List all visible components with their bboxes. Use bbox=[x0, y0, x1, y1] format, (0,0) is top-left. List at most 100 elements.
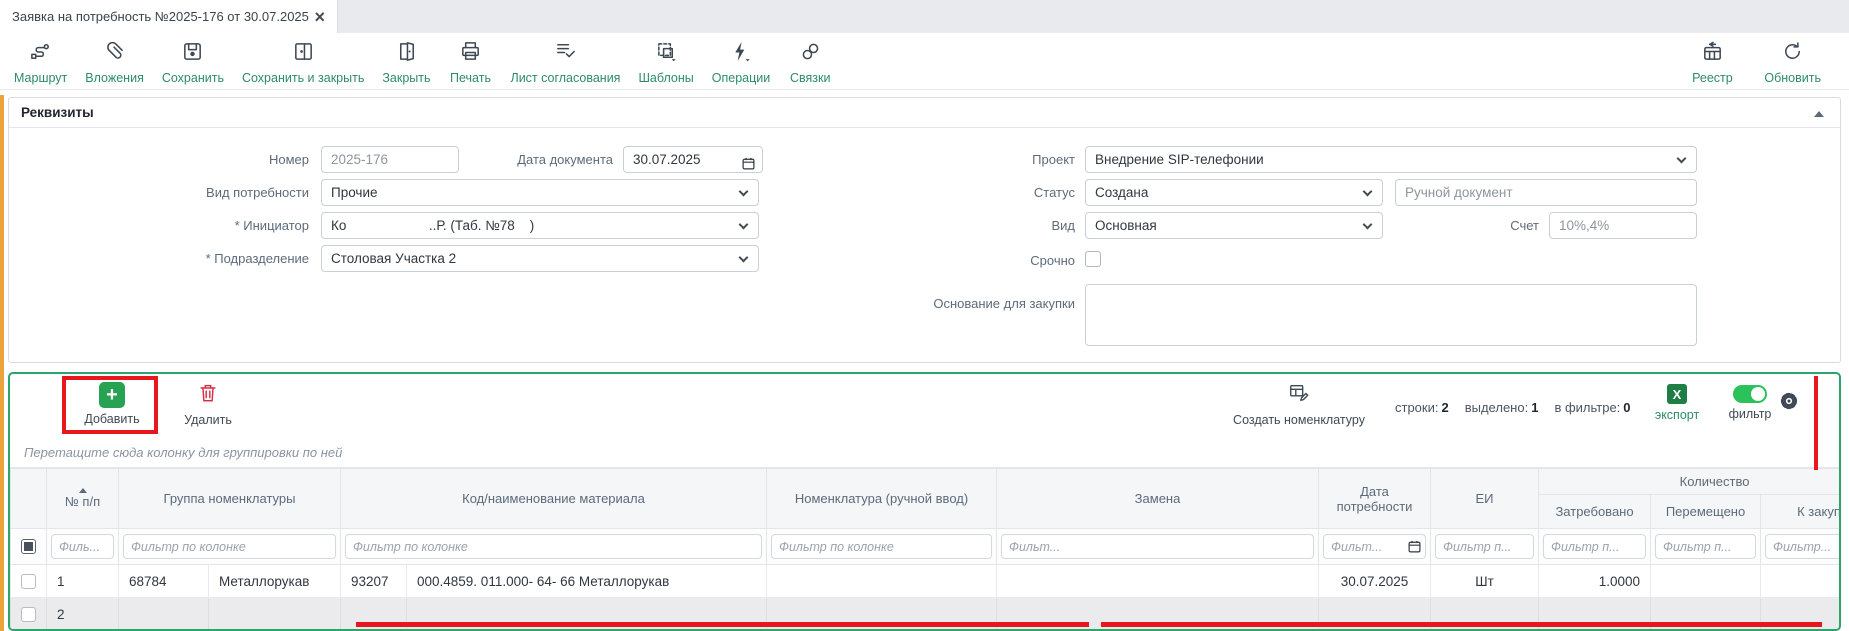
filtered-count: в фильтре:0 bbox=[1554, 400, 1630, 415]
number-field[interactable]: 2025-176 bbox=[321, 146, 459, 173]
trash-icon bbox=[197, 382, 219, 409]
filter-input-requested[interactable] bbox=[1543, 534, 1646, 559]
toggle-on-icon[interactable] bbox=[1733, 385, 1767, 403]
initiator-select[interactable]: Ко ..Р. (Таб. №78 ) bbox=[321, 212, 759, 239]
document-tab[interactable]: Заявка на потребность №2025-176 от 30.07… bbox=[0, 0, 338, 33]
col-header-purchase[interactable]: К закупке bbox=[1761, 495, 1841, 529]
grid-settings-button[interactable] bbox=[1778, 390, 1800, 417]
toolbar-label: Связки bbox=[790, 71, 830, 85]
filter-input-group[interactable] bbox=[123, 534, 336, 559]
cell-moved bbox=[1651, 565, 1761, 598]
registry-button[interactable]: Реестр bbox=[1690, 40, 1734, 85]
requisites-panel: Реквизиты Номер 2025-176 Дата документа … bbox=[8, 97, 1841, 363]
filter-input-num[interactable] bbox=[51, 534, 114, 559]
account-label: Счет bbox=[1429, 212, 1539, 239]
doc-date-label: Дата документа bbox=[461, 146, 613, 173]
save-icon bbox=[181, 40, 204, 68]
basis-textarea[interactable] bbox=[1085, 284, 1697, 346]
col-header-unit[interactable]: ЕИ bbox=[1431, 469, 1539, 529]
row-checkbox[interactable] bbox=[21, 574, 36, 589]
col-header-requested[interactable]: Затребовано bbox=[1539, 495, 1651, 529]
calendar-icon[interactable] bbox=[742, 153, 755, 173]
save-close-icon bbox=[292, 40, 315, 68]
delete-row-button[interactable]: Удалить bbox=[176, 382, 240, 427]
rows-count: строки:2 bbox=[1395, 400, 1449, 415]
need-type-select[interactable]: Прочие bbox=[321, 179, 759, 206]
status-label: Статус bbox=[779, 179, 1075, 206]
filter-input-purchase[interactable] bbox=[1765, 534, 1841, 559]
grid-stats: строки:2 выделено:1 в фильтре:0 bbox=[1395, 400, 1631, 415]
kind-select[interactable]: Основная bbox=[1085, 212, 1383, 239]
cell-replace bbox=[997, 598, 1319, 631]
chevron-down-icon bbox=[1363, 220, 1373, 230]
toolbar-label: Вложения bbox=[85, 71, 144, 85]
filter-input-moved[interactable] bbox=[1655, 534, 1756, 559]
toolbar-label: Шаблоны bbox=[638, 71, 693, 85]
filter-input-replace[interactable] bbox=[1001, 534, 1314, 559]
cell-material-code: 93207 bbox=[341, 565, 407, 598]
chevron-down-icon bbox=[739, 253, 749, 263]
export-excel-button[interactable]: X экспорт bbox=[1648, 384, 1706, 422]
toolbar-label: Закрыть bbox=[382, 71, 430, 85]
toolbar-label: Сохранить bbox=[162, 71, 224, 85]
toolbar-label: Операции bbox=[712, 71, 770, 85]
route-icon bbox=[29, 40, 52, 68]
col-header-material[interactable]: Код/наименование материала bbox=[341, 469, 767, 529]
col-header-replace[interactable]: Замена bbox=[997, 469, 1319, 529]
print-button[interactable]: Печать bbox=[449, 40, 493, 85]
create-nomenclature-icon bbox=[1288, 382, 1310, 409]
chevron-down-icon bbox=[739, 220, 749, 230]
col-header-group[interactable]: Группа номенклатуры bbox=[119, 469, 341, 529]
col-header-select bbox=[11, 469, 47, 529]
project-select[interactable]: Внедрение SIP-телефонии bbox=[1085, 146, 1697, 173]
toolbar-left-group: Маршрут Вложения Сохранить Сохранить и з… bbox=[14, 40, 832, 85]
tab-bar: Заявка на потребность №2025-176 от 30.07… bbox=[0, 0, 1849, 33]
links-button[interactable]: Связки bbox=[788, 40, 832, 85]
registry-icon bbox=[1701, 40, 1724, 68]
col-group-quantity: Количество bbox=[1539, 469, 1841, 495]
department-label: * Подразделение bbox=[13, 245, 309, 272]
chevron-down-icon bbox=[739, 187, 749, 197]
operations-button[interactable]: Операции bbox=[712, 40, 770, 85]
cell-manual bbox=[767, 565, 997, 598]
grouping-drop-zone[interactable]: Перетащите сюда колонку для группировки … bbox=[10, 438, 1839, 468]
cell-material-name bbox=[407, 598, 767, 631]
attachments-button[interactable]: Вложения bbox=[85, 40, 144, 85]
status-select[interactable]: Создана bbox=[1085, 179, 1383, 206]
department-select[interactable]: Столовая Участка 2 bbox=[321, 245, 759, 272]
refresh-button[interactable]: Обновить bbox=[1764, 40, 1821, 85]
door-icon bbox=[395, 40, 418, 68]
doc-date-field[interactable]: 30.07.2025 bbox=[623, 146, 763, 173]
add-row-button[interactable]: + Добавить bbox=[74, 382, 150, 426]
link-icon bbox=[799, 40, 822, 68]
templates-button[interactable]: Шаблоны bbox=[638, 40, 693, 85]
col-header-moved[interactable]: Перемещено bbox=[1651, 495, 1761, 529]
filter-input-manual[interactable] bbox=[771, 534, 992, 559]
select-all-checkbox[interactable] bbox=[21, 539, 36, 554]
table-row[interactable]: 1 68784 Металлорукав 93207 000.4859. 011… bbox=[11, 565, 1842, 598]
route-button[interactable]: Маршрут bbox=[14, 40, 67, 85]
urgent-checkbox[interactable] bbox=[1085, 251, 1101, 267]
cell-group-code bbox=[119, 598, 209, 631]
chevron-down-icon bbox=[1363, 187, 1373, 197]
create-nomenclature-button[interactable]: Создать номенклатуру bbox=[1208, 382, 1390, 427]
toolbar-label: Сохранить и закрыть bbox=[242, 71, 364, 85]
filter-input-material[interactable] bbox=[345, 534, 762, 559]
toolbar-label: Обновить bbox=[1764, 71, 1821, 85]
plus-icon: + bbox=[99, 382, 125, 408]
items-grid-panel: + Добавить Удалить Создать номенклатуру … bbox=[8, 372, 1841, 631]
filter-input-unit[interactable] bbox=[1435, 534, 1534, 559]
table-row[interactable]: 2 bbox=[11, 598, 1842, 631]
row-checkbox[interactable] bbox=[21, 607, 36, 622]
approval-sheet-button[interactable]: Лист согласования bbox=[511, 40, 621, 85]
close-button[interactable]: Закрыть bbox=[382, 40, 430, 85]
col-header-num[interactable]: № п/п bbox=[47, 469, 119, 529]
collapse-caret-icon[interactable] bbox=[1814, 111, 1824, 117]
save-and-close-button[interactable]: Сохранить и закрыть bbox=[242, 40, 364, 85]
save-button[interactable]: Сохранить bbox=[162, 40, 224, 85]
tab-close-icon[interactable]: × bbox=[314, 8, 325, 26]
col-header-manual[interactable]: Номенклатура (ручной ввод) bbox=[767, 469, 997, 529]
filter-toggle[interactable]: фильтр bbox=[1722, 385, 1778, 421]
calendar-icon[interactable] bbox=[1408, 540, 1421, 558]
col-header-date[interactable]: Дата потребности bbox=[1319, 469, 1431, 529]
